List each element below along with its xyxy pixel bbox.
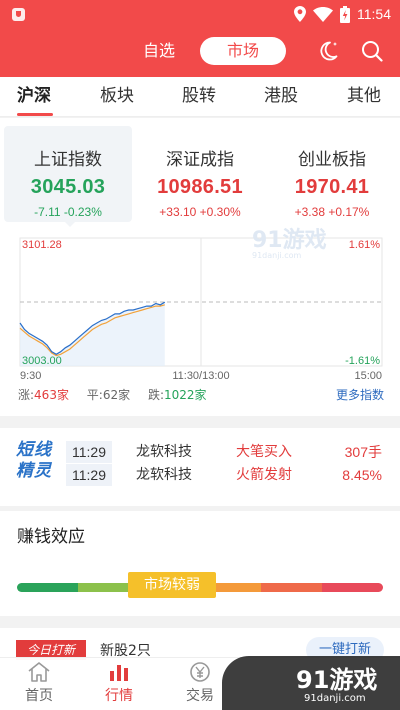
- watermark-text: 91游戏: [296, 666, 378, 694]
- home-icon: [28, 662, 50, 682]
- chart-x-tick-midday: 11:30/13:00: [172, 370, 229, 382]
- scale-segment: [261, 583, 322, 592]
- market-sentiment-badge: 市场较弱: [128, 572, 216, 598]
- index-value: 3045.03: [30, 176, 106, 198]
- yen-coin-icon: [190, 662, 210, 682]
- location-icon: [294, 6, 306, 22]
- market-breadth: 涨:463家 平:62家 跌:1022家 更多指数: [18, 386, 384, 406]
- signal-type: 火箭发射: [236, 467, 292, 483]
- chart-watermark: 91游戏 91danji.com: [252, 222, 327, 260]
- signal-value: 8.45%: [342, 467, 382, 483]
- tab-neeq[interactable]: 股转: [182, 77, 216, 117]
- money-effect-title: 赚钱效应: [17, 527, 85, 547]
- tab-hk-stocks[interactable]: 港股: [264, 77, 298, 117]
- money-effect-panel: 赚钱效应 市场较弱: [0, 511, 400, 616]
- night-mode-icon[interactable]: [316, 39, 340, 63]
- index-name: 创业板指: [298, 150, 366, 170]
- index-card-sh[interactable]: 上证指数 3045.03 -7.11 -0.23%: [4, 126, 132, 222]
- up-count: 463家: [34, 388, 69, 402]
- selected-card-pointer: [65, 222, 75, 227]
- chart-pct-top-label: 1.61%: [349, 239, 380, 251]
- wifi-icon: [313, 6, 333, 22]
- signal-value: 307手: [344, 444, 382, 460]
- index-change: -7.11 -0.23%: [34, 205, 102, 219]
- segment-market[interactable]: 市场: [200, 37, 286, 65]
- tab-active-indicator: [17, 113, 53, 116]
- nav-home[interactable]: 首页: [9, 661, 69, 705]
- nav-market-label: 行情: [105, 688, 133, 704]
- up-label: 涨:: [18, 388, 35, 402]
- down-label: 跌:: [147, 388, 164, 402]
- watermark-site: 91danji.com: [304, 693, 366, 704]
- battery-icon: [340, 5, 350, 23]
- index-change: +33.10 +0.30%: [159, 205, 241, 219]
- index-value: 1970.41: [294, 176, 370, 198]
- app-notification-icon: [12, 8, 25, 21]
- segment-watchlist[interactable]: 自选: [125, 37, 193, 65]
- down-count: 1022家: [163, 388, 207, 402]
- index-card-gem[interactable]: 创业板指 1970.41 +3.38 +0.17%: [268, 126, 396, 222]
- header-segment-control: 自选 市场: [125, 37, 286, 65]
- chart-x-tick-close: 15:00: [354, 370, 382, 382]
- scale-segment: [17, 583, 78, 592]
- nav-trade[interactable]: 交易: [170, 661, 230, 705]
- short-elves-logo-line: 精灵: [16, 461, 52, 481]
- index-name: 上证指数: [34, 150, 102, 170]
- index-name: 深证成指: [166, 150, 234, 170]
- market-overview: 上证指数 3045.03 -7.11 -0.23% 深证成指 10986.51 …: [0, 118, 400, 416]
- short-elves-logo: 短线 精灵: [16, 440, 56, 482]
- nav-market[interactable]: 行情: [89, 661, 149, 705]
- index-card-sz[interactable]: 深证成指 10986.51 +33.10 +0.30%: [136, 126, 264, 222]
- search-icon[interactable]: [360, 39, 384, 63]
- watermark-text: 91游戏: [252, 228, 327, 253]
- signal-type: 大笔买入: [236, 444, 292, 460]
- tab-sectors[interactable]: 板块: [100, 77, 134, 117]
- flat-label: 平:: [86, 388, 103, 402]
- short-elves-panel[interactable]: 短线 精灵 11:29 龙软科技 大笔买入 307手 11:29 龙软科技 火箭…: [0, 428, 400, 506]
- tab-shanghai-shenzhen[interactable]: 沪深: [17, 77, 51, 117]
- stock-name: 龙软科技: [136, 467, 192, 483]
- nav-trade-label: 交易: [186, 688, 214, 704]
- index-value: 10986.51: [157, 176, 243, 198]
- status-bar: 11:54: [0, 0, 400, 28]
- scale-segment: [322, 583, 383, 592]
- index-change: +3.38 +0.17%: [294, 205, 370, 219]
- chart-y-bottom-label: 3003.00: [22, 355, 62, 367]
- chart-x-tick-open: 9:30: [20, 370, 41, 382]
- signal-time: 11:29: [66, 441, 112, 463]
- stock-name: 龙软科技: [136, 444, 192, 460]
- chart-pct-bottom-label: -1.61%: [345, 355, 380, 367]
- list-item[interactable]: 11:29 龙软科技 大笔买入 307手: [66, 441, 386, 463]
- flat-count: 62家: [102, 388, 131, 402]
- market-tabs: 沪深 板块 股转 港股 其他: [0, 77, 400, 117]
- list-item[interactable]: 11:29 龙软科技 火箭发射 8.45%: [66, 464, 386, 486]
- signal-time: 11:29: [66, 464, 112, 486]
- chart-y-top-label: 3101.28: [22, 239, 62, 251]
- corner-watermark: 91游戏 91danji.com: [222, 656, 400, 710]
- app-header: 11:54 自选 市场: [0, 0, 400, 77]
- short-elves-logo-line: 短线: [16, 440, 52, 460]
- more-indices-link[interactable]: 更多指数: [336, 386, 384, 403]
- intraday-chart[interactable]: 3101.28 3003.00 1.61% -1.61% 9:30 11:30/…: [0, 232, 400, 382]
- bar-chart-icon: [110, 665, 128, 681]
- tab-other[interactable]: 其他: [347, 77, 381, 117]
- nav-home-label: 首页: [25, 688, 53, 704]
- status-time: 11:54: [357, 6, 391, 22]
